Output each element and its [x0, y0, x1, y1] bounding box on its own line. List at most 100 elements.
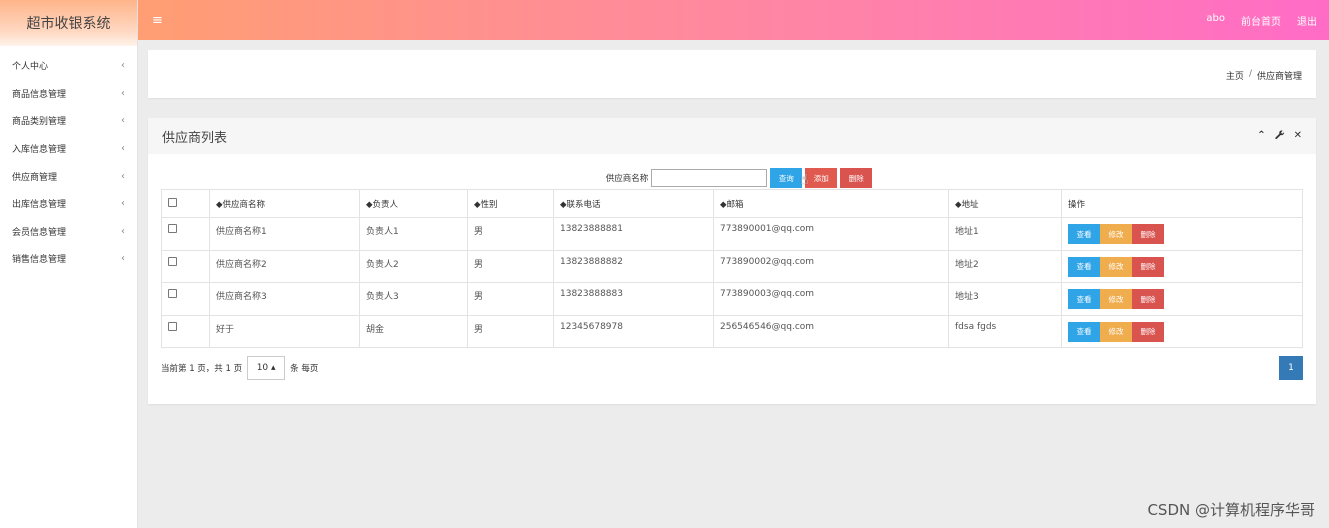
page-size-select[interactable]: 10 ▴ [247, 356, 286, 380]
row-checkbox[interactable] [168, 321, 177, 331]
breadcrumb-home[interactable]: 主页 [1226, 69, 1244, 82]
page-button-current[interactable]: 1 [1279, 356, 1303, 380]
sidebar-item-stock-out[interactable]: 出库信息管理 ‹ [0, 190, 137, 218]
row-checkbox[interactable] [168, 289, 177, 299]
cell-email: 256546546@qq.com [713, 314, 949, 349]
chevron-left-icon: ‹ [121, 170, 125, 182]
delete-button[interactable]: 删除 [1132, 224, 1164, 244]
col-email[interactable]: ◆邮箱 [713, 189, 949, 218]
supplier-name-input[interactable] [651, 169, 768, 187]
row-checkbox-cell [161, 314, 210, 349]
sidebar-item-product-category[interactable]: 商品类别管理 ‹ [0, 107, 137, 135]
chevron-left-icon: ‹ [121, 143, 125, 155]
delete-button[interactable]: 删除 [1132, 321, 1164, 342]
edit-button[interactable]: 修改 [1100, 289, 1132, 310]
chevron-left-icon: ‹ [121, 115, 125, 127]
cell-supplier-name: 供应商名称1 [209, 217, 360, 251]
sidebar-item-label: 供应商管理 [12, 172, 58, 183]
cell-contact-person: 负责人2 [359, 249, 468, 284]
panel-tools: ⌃ ✕ [1257, 130, 1302, 143]
sidebar-item-label: 商品类别管理 [12, 117, 67, 128]
cell-supplier-name: 供应商名称3 [209, 282, 360, 316]
col-actions: 操作 [1061, 189, 1303, 218]
logout-link[interactable]: 退出 [1297, 13, 1317, 28]
view-button[interactable]: 查看 [1068, 321, 1100, 342]
cell-actions: 查看 修改 删除 [1061, 217, 1303, 251]
chevron-left-icon: ‹ [121, 225, 125, 237]
delete-button[interactable]: 删除 [1132, 289, 1164, 310]
cell-supplier-name: 好于 [209, 314, 360, 349]
select-all-cell [161, 189, 210, 218]
hand-cursor-icon: ☝ [800, 172, 809, 188]
table-row: 供应商名称1 负责人1 男 13823888881 773890001@qq.c… [161, 217, 1303, 251]
watermark: CSDN @计算机程序华哥 [1147, 501, 1315, 519]
panel-header: 供应商列表 ⌃ ✕ [148, 118, 1316, 154]
cell-phone: 13823888882 [553, 249, 714, 284]
view-button[interactable]: 查看 [1068, 289, 1100, 310]
panel-title: 供应商列表 [162, 130, 228, 146]
sidebar-item-personal-center[interactable]: 个人中心 ‹ [0, 52, 137, 80]
col-gender[interactable]: ◆性别 [467, 189, 554, 218]
per-page-label: 条 每页 [290, 364, 319, 374]
col-contact-person[interactable]: ◆负责人 [359, 189, 468, 218]
sidebar-item-label: 出库信息管理 [12, 200, 67, 211]
col-supplier-name[interactable]: ◆供应商名称 [209, 189, 360, 218]
menu-icon[interactable]: ≡ [152, 13, 163, 28]
cell-address: fdsa fgds [948, 314, 1062, 349]
add-button[interactable]: 添加 [805, 168, 838, 188]
breadcrumb-current: 供应商管理 [1256, 72, 1302, 82]
table-header-row: ◆供应商名称 ◆负责人 ◆性别 ◆联系电话 ◆邮箱 ◆地址 操作 [161, 189, 1303, 218]
table-row: 供应商名称2 负责人2 男 13823888882 773890002@qq.c… [161, 249, 1303, 284]
sidebar-item-product-info[interactable]: 商品信息管理 ‹ [0, 80, 137, 108]
sidebar-item-label: 商品信息管理 [12, 89, 67, 100]
row-checkbox-cell [161, 217, 210, 251]
pager: 当前第 1 页，共 1 页 10 ▴ 条 每页 [161, 356, 318, 380]
cell-actions: 查看 修改 删除 [1061, 282, 1303, 316]
edit-button[interactable]: 修改 [1100, 256, 1132, 277]
cell-actions: 查看 修改 删除 [1061, 249, 1303, 284]
sidebar-nav: 个人中心 ‹ 商品信息管理 ‹ 商品类别管理 ‹ 入库信息管理 ‹ 供应商管理 … [0, 52, 137, 273]
breadcrumb: 主页 / 供应商管理 [1226, 69, 1302, 82]
cell-gender: 男 [467, 217, 554, 251]
view-button[interactable]: 查看 [1068, 224, 1100, 244]
sidebar-item-label: 入库信息管理 [12, 145, 67, 156]
sidebar-item-supplier[interactable]: 供应商管理 ‹ [0, 162, 137, 190]
user-link[interactable]: abo [1206, 13, 1225, 28]
app-title: 超市收银系统 [0, 0, 137, 46]
row-checkbox-cell [161, 282, 210, 316]
sidebar-item-label: 销售信息管理 [12, 255, 67, 266]
sidebar-item-sales-info[interactable]: 销售信息管理 ‹ [0, 245, 137, 273]
col-phone[interactable]: ◆联系电话 [553, 189, 714, 218]
sidebar-item-label: 会员信息管理 [12, 227, 67, 238]
col-address[interactable]: ◆地址 [948, 189, 1062, 218]
breadcrumb-separator: / [1248, 69, 1252, 79]
sidebar-item-stock-in[interactable]: 入库信息管理 ‹ [0, 135, 137, 163]
select-all-checkbox[interactable] [168, 197, 177, 207]
collapse-icon[interactable]: ⌃ [1257, 130, 1265, 143]
row-checkbox[interactable] [168, 256, 177, 266]
edit-button[interactable]: 修改 [1100, 321, 1132, 342]
chevron-left-icon: ‹ [121, 253, 125, 265]
cell-contact-person: 负责人1 [359, 217, 468, 251]
chevron-left-icon: ‹ [121, 87, 125, 99]
cell-phone: 13823888881 [553, 217, 714, 251]
batch-delete-button[interactable]: 删除 [840, 168, 873, 188]
view-button[interactable]: 查看 [1068, 256, 1100, 277]
cell-contact-person: 胡金 [359, 314, 468, 349]
cell-address: 地址3 [948, 282, 1062, 316]
close-icon[interactable]: ✕ [1294, 130, 1302, 143]
cell-gender: 男 [467, 249, 554, 284]
cell-contact-person: 负责人3 [359, 282, 468, 316]
top-links: abo 前台首页 退出 [1206, 13, 1317, 28]
delete-button[interactable]: 删除 [1132, 256, 1164, 277]
cell-email: 773890001@qq.com [713, 217, 949, 251]
cell-email: 773890003@qq.com [713, 282, 949, 316]
front-page-link[interactable]: 前台首页 [1241, 13, 1281, 28]
wrench-icon[interactable] [1274, 130, 1285, 143]
cell-gender: 男 [467, 282, 554, 316]
chevron-left-icon: ‹ [121, 198, 125, 210]
edit-button[interactable]: 修改 [1100, 224, 1132, 244]
sidebar-item-member-info[interactable]: 会员信息管理 ‹ [0, 218, 137, 246]
row-checkbox[interactable] [168, 224, 177, 233]
query-button[interactable]: 查询 [770, 168, 803, 188]
